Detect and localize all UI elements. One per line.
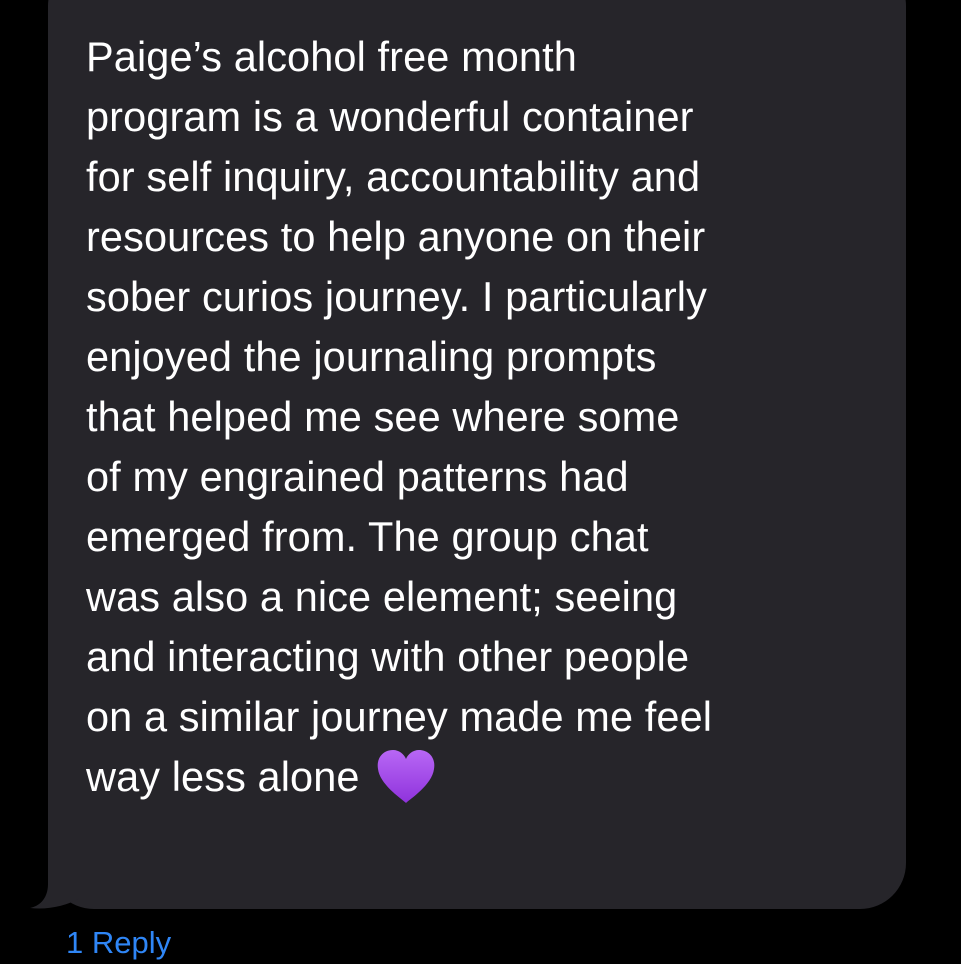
message-line: and interacting with other people [86,633,690,680]
message-line: Paige’s alcohol free month [86,33,577,80]
message-line: way less alone [86,753,360,800]
reply-count-link[interactable]: 1 Reply [66,922,171,964]
message-last-line: way less alone [86,747,876,807]
message-line: resources to help anyone on their [86,213,706,260]
message-line: for self inquiry, accountability and [86,153,701,200]
message-line: enjoyed the journaling prompts [86,333,657,380]
message-line: that helped me see where some [86,393,680,440]
message-text: Paige’s alcohol free month program is a … [86,27,876,807]
bubble-tail [30,858,80,909]
message-line: was also a nice element; seeing [86,573,678,620]
message-line: of my engrained patterns had [86,453,629,500]
purple-heart-icon [377,750,434,803]
message-line: sober curios journey. I particularly [86,273,707,320]
message-line: program is a wonderful container [86,93,694,140]
message-line: emerged from. The group chat [86,513,649,560]
message-line: on a similar journey made me feel [86,693,713,740]
